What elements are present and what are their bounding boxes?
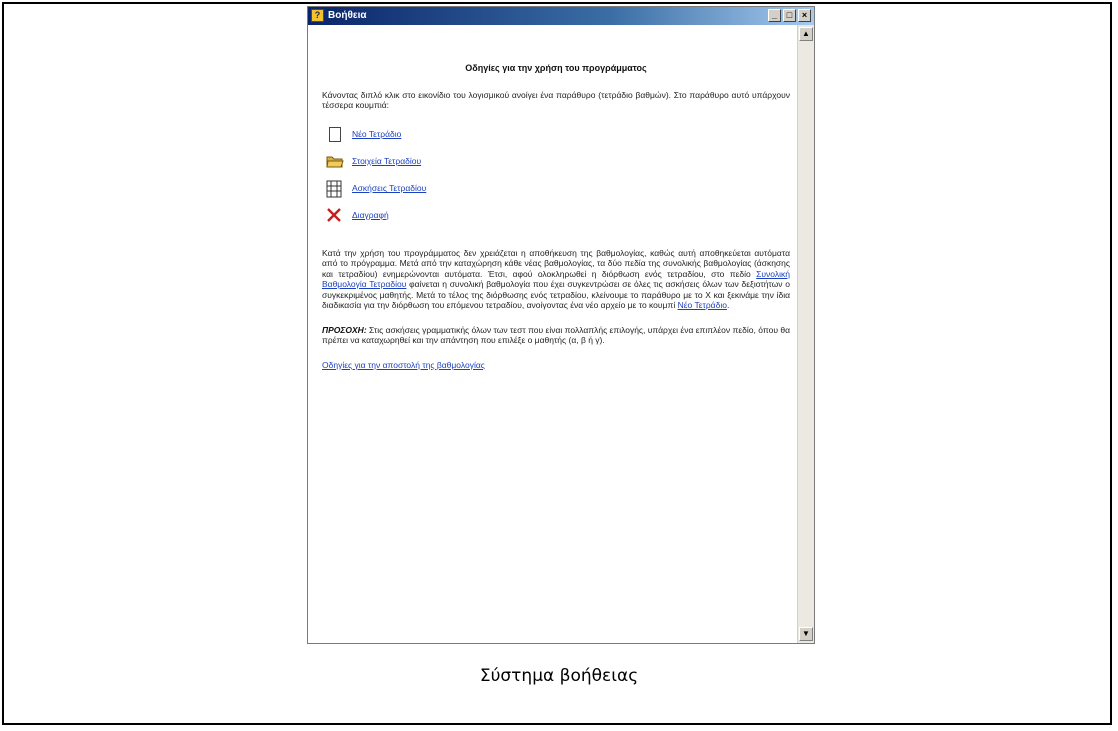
window-title: Βοήθεια — [328, 10, 367, 21]
button-list: Νέο Τετράδιο Στοιχεία Τετραδίου Ασκήσεις… — [326, 125, 790, 226]
close-button[interactable]: × — [798, 9, 811, 22]
usage-paragraph: Κατά την χρήση του προγράμματος δεν χρει… — [322, 248, 790, 311]
note-paragraph: ΠΡΟΣΟΧΗ: Στις ασκήσεις γραμματικής όλων … — [322, 325, 790, 346]
usage-text-end: . — [726, 300, 730, 310]
list-item-delete: Διαγραφή — [326, 206, 790, 226]
footer-paragraph: Οδηγίες για την αποστολή της βαθμολογίας — [322, 360, 790, 371]
note-label: ΠΡΟΣΟΧΗ: — [322, 324, 367, 335]
vertical-scrollbar[interactable]: ▲ ▼ — [797, 25, 814, 643]
figure-caption: Σύστημα βοήθειας — [479, 666, 639, 686]
new-notebook-link[interactable]: Νέο Τετράδιο — [352, 129, 401, 140]
new-notebook-inline-link[interactable]: Νέο Τετράδιο — [678, 300, 727, 310]
delete-link[interactable]: Διαγραφή — [352, 210, 389, 221]
window-controls: _ □ × — [768, 9, 811, 22]
usage-text-1: Κατά την χρήση του προγράμματος δεν χρει… — [322, 247, 790, 279]
delete-x-icon — [326, 207, 344, 225]
list-item-details: Στοιχεία Τετραδίου — [326, 152, 790, 172]
help-content: Οδηγίες για την χρήση του προγράμματος Κ… — [322, 63, 790, 384]
intro-paragraph: Κάνοντας διπλό κλικ στο εικονίδιο του λο… — [322, 89, 790, 111]
scroll-up-button[interactable]: ▲ — [799, 27, 813, 41]
notebook-exercises-link[interactable]: Ασκήσεις Τετραδίου — [352, 183, 426, 194]
grid-icon — [326, 180, 344, 198]
maximize-button[interactable]: □ — [783, 9, 796, 22]
list-item-exercises: Ασκήσεις Τετραδίου — [326, 179, 790, 199]
help-app-icon: ? — [311, 9, 324, 22]
notebook-details-link[interactable]: Στοιχεία Τετραδίου — [352, 156, 421, 167]
title-bar[interactable]: ? Βοήθεια _ □ × — [308, 7, 814, 25]
minimize-button[interactable]: _ — [768, 9, 781, 22]
send-score-instructions-link[interactable]: Οδηγίες για την αποστολή της βαθμολογίας — [322, 360, 485, 370]
folder-icon — [326, 153, 344, 171]
help-heading: Οδηγίες για την χρήση του προγράμματος — [465, 63, 647, 73]
new-page-icon — [329, 127, 341, 142]
list-item-new: Νέο Τετράδιο — [326, 125, 790, 145]
help-window: ? Βοήθεια _ □ × ▲ ▼ Οδηγίες για την χρήσ… — [307, 6, 815, 644]
scroll-down-button[interactable]: ▼ — [799, 627, 813, 641]
note-text: Στις ασκήσεις γραμματικής όλων των τεστ … — [322, 324, 790, 346]
